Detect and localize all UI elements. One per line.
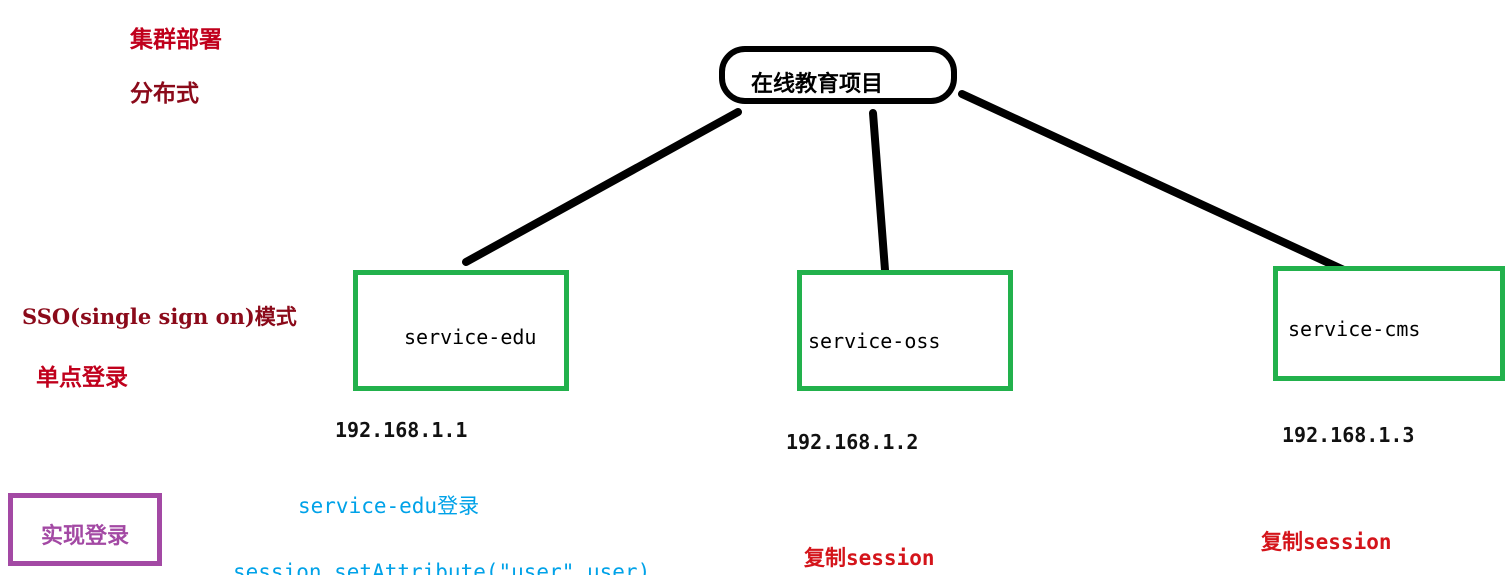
service-box-edu: service-edu (353, 270, 569, 391)
service-box-cms: service-cms (1273, 266, 1505, 381)
link-root-to-cms (958, 90, 1350, 275)
note-copy-session-cms: 复制session (1261, 530, 1392, 554)
diagram-canvas: 集群部署 分布式 SSO(single sign on)模式 单点登录 在线教育… (0, 0, 1512, 575)
implement-login-box: 实现登录 (8, 493, 162, 566)
link-root-to-oss (869, 109, 889, 274)
note-copy-session-oss: 复制session (804, 546, 935, 570)
service-box-oss: service-oss (797, 270, 1013, 391)
implement-login-label: 实现登录 (41, 523, 130, 549)
ip-label-edu: 192.168.1.1 (335, 418, 468, 442)
root-node-label: 在线教育项目 (751, 72, 884, 97)
note-cluster-deployment: 集群部署 (130, 26, 222, 53)
service-label-oss: service-oss (808, 329, 941, 353)
root-node: 在线教育项目 (719, 46, 957, 104)
note-session-code: session.setAttribute("user",user) (233, 560, 651, 575)
note-single-sign-on: 单点登录 (36, 364, 128, 391)
ip-label-oss: 192.168.1.2 (786, 430, 919, 454)
link-root-to-edu (462, 108, 742, 266)
ip-label-cms: 192.168.1.3 (1282, 423, 1415, 447)
service-label-cms: service-cms (1288, 317, 1421, 341)
note-sso-mode: SSO(single sign on)模式 (22, 304, 297, 329)
service-label-edu: service-edu (404, 325, 537, 349)
note-edu-login: service-edu登录 (298, 494, 480, 518)
note-distributed: 分布式 (130, 80, 199, 107)
